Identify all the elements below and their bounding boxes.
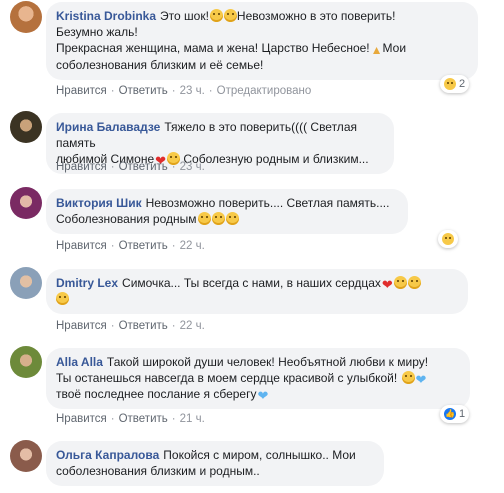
comment-text: Симочка... Ты всегда с нами, в наших сер… — [122, 276, 381, 290]
like-link[interactable]: Нравится — [56, 240, 107, 252]
like-link[interactable]: Нравится — [56, 413, 107, 425]
comment-bubble: Alla Alla Такой широкой души человек! Нео… — [46, 348, 470, 409]
comment-text: Такой широкой души человек! Необъятной л… — [106, 355, 429, 369]
comment-author[interactable]: Ирина Балавадзе — [56, 120, 160, 134]
comment-actions: Нравится · Ответить · 22 ч. — [56, 320, 205, 332]
comment-text: Безумно жаль! — [56, 25, 138, 39]
reaction-count: 2 — [459, 78, 466, 90]
flushed-emoji-icon — [197, 212, 211, 225]
broken-heart-icon: ❤ — [381, 277, 393, 292]
comment-text: Прекрасная женщина, мама и жена! Царство… — [56, 41, 370, 55]
comment-text: Невозможно поверить.... Светлая память..… — [145, 196, 390, 210]
like-link[interactable]: Нравится — [56, 161, 107, 173]
reply-link[interactable]: Ответить — [119, 85, 168, 97]
comment-author[interactable]: Виктория Шик — [56, 196, 142, 210]
reply-link[interactable]: Ответить — [119, 413, 168, 425]
blue-heart-icon: ❤ — [415, 372, 427, 387]
comment-bubble: Kristina Drobinka Это шок! Невозможно в эт… — [46, 2, 478, 80]
comment-text: твоё последнее послание я сберегу — [56, 387, 257, 401]
comment-text: Покойся с миром, солнышко.. Мои — [163, 448, 356, 462]
comment-time[interactable]: 23 ч. — [180, 161, 205, 173]
comment-author[interactable]: Kristina Drobinka — [56, 9, 156, 23]
avatar[interactable] — [10, 267, 42, 299]
comment-actions: Нравится · Ответить · 23 ч. · Отредактировано — [56, 85, 312, 97]
comment-text: Ты останешься навсегда в моем сердце кра… — [56, 371, 398, 385]
comment-actions: Нравится · Ответить · 21 ч. — [56, 413, 205, 425]
crying-emoji-icon — [401, 371, 415, 384]
edited-label[interactable]: Отредактировано — [217, 85, 312, 97]
praying-hands-icon: ▲ — [370, 43, 383, 57]
reaction-badge[interactable]: 2 — [440, 75, 470, 93]
sad-emoji-icon — [225, 212, 239, 225]
avatar[interactable] — [10, 1, 42, 33]
comment-text: Это шок! — [160, 9, 209, 23]
comment-author[interactable]: Alla Alla — [56, 355, 103, 369]
comment-author[interactable]: Dmitry Lex — [56, 276, 118, 290]
like-reaction-icon: 👍 — [444, 408, 456, 420]
comment-bubble: Dmitry Lex Симочка... Ты всегда с нами, в… — [46, 269, 468, 314]
reply-link[interactable]: Ответить — [119, 161, 168, 173]
comment-time[interactable]: 23 ч. — [180, 85, 205, 97]
comment-time[interactable]: 22 ч. — [180, 320, 205, 332]
crying-emoji-icon — [209, 9, 223, 22]
comment-text: соболезнования близким и родным.. — [56, 464, 260, 478]
comment-actions: Нравится · Ответить · 23 ч. — [56, 161, 205, 173]
reaction-count: 1 — [459, 408, 466, 420]
comment-text: соболезнования близким и её семье! — [56, 58, 264, 72]
comment-author[interactable]: Ольга Капралова — [56, 448, 159, 462]
comment-bubble: Ольга Капралова Покойся с миром, солнышко… — [46, 441, 384, 486]
blue-heart-icon: ❤ — [257, 388, 269, 403]
avatar[interactable] — [10, 187, 42, 219]
comment-actions: Нравится · Ответить · 22 ч. — [56, 240, 205, 252]
comment-bubble: Виктория Шик Невозможно поверить.... Свет… — [46, 189, 408, 234]
comment-text: Соболезную родным и близким... — [183, 152, 369, 166]
comment-text: Соболезнования родным — [56, 212, 197, 226]
like-link[interactable]: Нравится — [56, 320, 107, 332]
crying-reaction-icon — [444, 78, 456, 90]
sad-emoji-icon — [56, 292, 69, 305]
like-link[interactable]: Нравится — [56, 85, 107, 97]
comment-time[interactable]: 21 ч. — [180, 413, 205, 425]
sad-emoji-icon — [407, 276, 421, 289]
reply-link[interactable]: Ответить — [119, 320, 168, 332]
sad-emoji-icon — [211, 212, 225, 225]
crying-reaction-icon — [442, 233, 454, 245]
comment-text: Невозможно в это поверить! — [236, 9, 396, 23]
reaction-badge[interactable] — [438, 230, 458, 248]
avatar[interactable] — [10, 440, 42, 472]
avatar[interactable] — [10, 111, 42, 143]
avatar[interactable] — [10, 346, 42, 378]
sad-emoji-icon — [393, 276, 407, 289]
comment-text: Мои — [382, 41, 407, 55]
crying-emoji-icon — [223, 9, 237, 22]
comment-time[interactable]: 22 ч. — [180, 240, 205, 252]
reaction-badge[interactable]: 👍 1 — [440, 405, 470, 423]
reply-link[interactable]: Ответить — [119, 240, 168, 252]
